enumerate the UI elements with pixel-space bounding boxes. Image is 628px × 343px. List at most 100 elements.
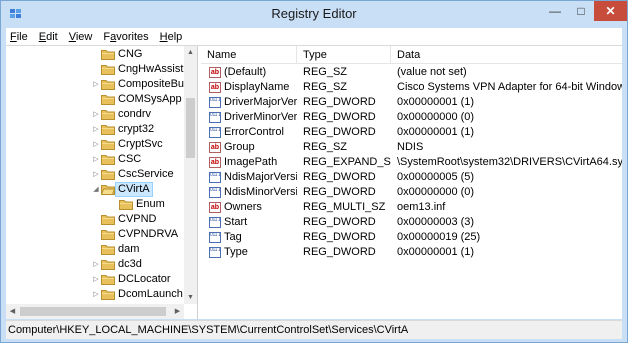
value-row[interactable]: ab Group REG_SZ NDIS xyxy=(201,140,622,155)
tree-item-label[interactable]: CryptSvc xyxy=(118,137,163,152)
value-name: Tag xyxy=(224,231,242,243)
title-bar[interactable]: Registry Editor — □ ✕ xyxy=(1,1,627,27)
expand-arrow-icon[interactable]: ▷ xyxy=(92,152,100,167)
tree-item-label[interactable]: CscService xyxy=(118,167,174,182)
tree-item[interactable]: ▷ CompositeBus xyxy=(6,77,190,92)
value-name: Start xyxy=(224,216,248,228)
tree-item-label[interactable]: Enum xyxy=(136,197,165,212)
tree-horizontal-scroll-thumb[interactable] xyxy=(20,307,166,316)
tree-item-label[interactable]: DcomLaunch xyxy=(118,287,183,302)
tree-item[interactable]: ▷ CSC xyxy=(6,152,186,167)
value-row[interactable]: 011 110 011Start REG_DWORD 0x00000003 (3) xyxy=(201,215,622,230)
tree-item-label[interactable]: dam xyxy=(118,242,139,257)
maximize-button[interactable]: □ xyxy=(568,1,594,21)
value-row[interactable]: 011 110 011NdisMinorVersion REG_DWORD 0x00… xyxy=(201,185,622,200)
column-header-name[interactable]: Name xyxy=(201,46,297,64)
column-header-type[interactable]: Type xyxy=(297,46,391,64)
tree-item[interactable]: CNG xyxy=(6,47,186,62)
binary-value-icon: 011 110 011 xyxy=(209,232,221,243)
tree-item[interactable]: CVPNDRVA xyxy=(6,227,186,242)
value-row[interactable]: ab ImagePath REG_EXPAND_SZ \SystemRoot\syst… xyxy=(201,155,622,170)
value-data: (value not set) xyxy=(397,66,467,78)
menu-item[interactable]: Favorites xyxy=(103,31,148,43)
tree-horizontal-scrollbar[interactable]: ◀ ▶ xyxy=(6,304,184,319)
value-row[interactable]: 011 110 011DriverMajorVersi... REG_DWORD 0… xyxy=(201,95,622,110)
tree-item-label[interactable]: CNG xyxy=(118,47,142,62)
value-type: REG_SZ xyxy=(303,66,348,78)
tree-item-label[interactable]: COMSysApp xyxy=(118,92,182,107)
folder-icon xyxy=(101,124,115,135)
tree-item-label[interactable]: CVPND xyxy=(118,212,157,227)
status-bar-path: Computer\HKEY_LOCAL_MACHINE\SYSTEM\Curre… xyxy=(6,320,622,339)
tree-item[interactable]: ▷ DcomLaunch xyxy=(6,287,186,302)
tree-item-label[interactable]: CSC xyxy=(118,152,141,167)
menu-item[interactable]: Help xyxy=(160,31,183,43)
value-row[interactable]: ab DisplayName REG_SZ Cisco Systems VPN Ada… xyxy=(201,80,622,95)
value-name: Owners xyxy=(224,201,262,213)
collapse-arrow-icon[interactable]: ◢ xyxy=(92,182,100,197)
tree-item[interactable]: Enum xyxy=(6,197,186,212)
tree-item[interactable]: ▷ condrv xyxy=(6,107,186,122)
column-header-data[interactable]: Data xyxy=(391,46,622,64)
expand-arrow-icon[interactable]: ▷ xyxy=(92,272,100,287)
value-type: REG_SZ xyxy=(303,81,348,93)
tree-item[interactable]: ▷ CscService xyxy=(6,167,186,182)
folder-icon xyxy=(101,139,115,150)
folder-icon xyxy=(101,184,115,195)
expand-arrow-icon xyxy=(92,47,100,62)
expand-arrow-icon[interactable]: ▷ xyxy=(92,287,100,302)
scroll-up-icon[interactable]: ▲ xyxy=(184,46,197,59)
minimize-button[interactable]: — xyxy=(542,1,568,21)
value-row[interactable]: 011 110 011ErrorControl REG_DWORD 0x000000… xyxy=(201,125,622,140)
folder-icon xyxy=(101,49,115,60)
expand-arrow-icon[interactable]: ▷ xyxy=(92,107,100,122)
value-row[interactable]: 011 110 011DriverMinorVers... REG_DWORD 0x… xyxy=(201,110,622,125)
tree-item[interactable]: ▷ dc3d xyxy=(6,257,186,272)
tree-item[interactable]: CVPND xyxy=(6,212,186,227)
tree-vertical-scrollbar[interactable]: ▲ ▼ xyxy=(184,46,197,304)
tree-item-label[interactable]: crypt32 xyxy=(118,122,154,137)
tree-item-label[interactable]: CVirtA xyxy=(115,182,153,197)
tree-vertical-scroll-thumb[interactable] xyxy=(186,98,195,158)
expand-arrow-icon[interactable]: ▷ xyxy=(92,122,100,137)
tree-item[interactable]: dam xyxy=(6,242,186,257)
tree-item-label[interactable]: DCLocator xyxy=(118,272,171,287)
scroll-down-icon[interactable]: ▼ xyxy=(184,291,197,304)
expand-arrow-icon[interactable]: ▷ xyxy=(92,257,100,272)
tree-item[interactable]: ◢ CVirtA xyxy=(6,182,186,197)
value-row[interactable]: 011 110 011NdisMajorVersion REG_DWORD 0x00… xyxy=(201,170,622,185)
value-type: REG_DWORD xyxy=(303,111,376,123)
tree-item-label[interactable]: CVPNDRVA xyxy=(118,227,178,242)
tree-item-label[interactable]: condrv xyxy=(118,107,151,122)
tree-item[interactable]: ▷ CryptSvc xyxy=(6,137,186,152)
expand-arrow-icon[interactable]: ▷ xyxy=(92,137,100,152)
value-row[interactable]: 011 110 011Type REG_DWORD 0x00000001 (1) xyxy=(201,245,622,260)
tree-item[interactable]: ▷ DCLocator xyxy=(6,272,186,287)
value-row[interactable]: ab (Default) REG_SZ (value not set) xyxy=(201,65,622,80)
main-content: CNG CngHwAssist ▷ CompositeBus COMSysApp ▷ con… xyxy=(6,45,622,320)
values-header: Name Type Data xyxy=(201,46,622,64)
scroll-left-icon[interactable]: ◀ xyxy=(6,304,19,319)
menu-item[interactable]: View xyxy=(69,31,93,43)
tree-item[interactable]: ▷ crypt32 xyxy=(6,122,186,137)
tree-item-label[interactable]: dc3d xyxy=(118,257,142,272)
value-row[interactable]: 011 110 011Tag REG_DWORD 0x00000019 (25) xyxy=(201,230,622,245)
close-button[interactable]: ✕ xyxy=(594,1,627,21)
tree-item[interactable]: COMSysApp xyxy=(6,92,186,107)
expand-arrow-icon[interactable]: ▷ xyxy=(92,167,100,182)
scroll-right-icon[interactable]: ▶ xyxy=(171,304,184,319)
value-data: 0x00000000 (0) xyxy=(397,111,475,123)
value-data: Cisco Systems VPN Adapter for 64-bit Win… xyxy=(397,81,622,93)
folder-icon xyxy=(101,274,115,285)
value-type: REG_DWORD xyxy=(303,216,376,228)
tree-item-label[interactable]: CngHwAssist xyxy=(118,62,183,77)
value-row[interactable]: ab Owners REG_MULTI_SZ oem13.inf xyxy=(201,200,622,215)
tree-item[interactable]: CngHwAssist xyxy=(6,62,186,77)
expand-arrow-icon[interactable]: ▷ xyxy=(92,77,100,92)
menu-item[interactable]: Edit xyxy=(39,31,58,43)
folder-icon xyxy=(101,259,115,270)
tree-item-label[interactable]: CompositeBus xyxy=(118,77,190,92)
menu-item[interactable]: File xyxy=(10,31,28,43)
value-data: 0x00000000 (0) xyxy=(397,186,475,198)
binary-value-icon: 011 110 011 xyxy=(209,187,221,198)
